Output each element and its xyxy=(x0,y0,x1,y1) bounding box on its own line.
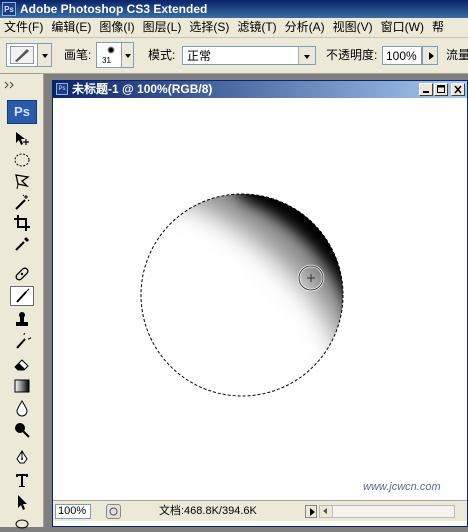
brush-icon xyxy=(16,288,30,303)
brush-picker[interactable]: 31 xyxy=(96,42,134,68)
menu-bar: 文件(F) 编辑(E) 图像(I) 图层(L) 选择(S) 滤镜(T) 分析(A… xyxy=(0,18,468,38)
minimize-button[interactable] xyxy=(419,83,433,96)
chevron-down-icon[interactable] xyxy=(298,47,315,64)
shape-tool[interactable] xyxy=(10,512,34,532)
lasso-tool[interactable] xyxy=(10,171,34,191)
maximize-button[interactable] xyxy=(434,83,448,96)
menu-filter[interactable]: 滤镜(T) xyxy=(233,18,280,37)
mode-select[interactable]: 正常 xyxy=(182,46,316,65)
history-brush-tool[interactable] xyxy=(10,332,34,352)
menu-window[interactable]: 窗口(W) xyxy=(377,18,428,37)
app-title-bar: Ps Adobe Photoshop CS3 Extended xyxy=(0,0,468,18)
clone-stamp-icon xyxy=(16,312,28,326)
move-tool[interactable] xyxy=(10,129,34,149)
dodge-tool[interactable] xyxy=(10,420,34,440)
gradient-tool[interactable] xyxy=(10,376,34,396)
document-size-info: 文档:468.8K/394.6K xyxy=(159,505,257,517)
scroll-left-arrow[interactable] xyxy=(320,506,333,517)
gradient-icon xyxy=(14,379,30,393)
type-icon xyxy=(16,474,28,487)
zoom-input[interactable]: 100% xyxy=(55,504,91,519)
blur-icon xyxy=(16,400,28,417)
eraser-tool[interactable] xyxy=(10,354,34,374)
chevron-down-icon[interactable] xyxy=(37,44,51,66)
horizontal-scrollbar[interactable] xyxy=(319,505,455,518)
canvas-artwork xyxy=(140,193,344,397)
tool-preset-picker[interactable] xyxy=(6,43,52,67)
history-brush-icon xyxy=(16,333,31,349)
menu-analysis[interactable]: 分析(A) xyxy=(281,18,329,37)
brush-tool[interactable] xyxy=(10,286,34,306)
menu-layer[interactable]: 图层(L) xyxy=(139,18,186,37)
menu-help[interactable]: 帮 xyxy=(428,18,448,37)
eyedropper-tool[interactable] xyxy=(10,234,34,254)
elliptical-marquee-icon xyxy=(14,153,30,167)
brush-label: 画笔: xyxy=(64,48,92,62)
document-icon: Ps xyxy=(56,83,68,95)
menu-file[interactable]: 文件(F) xyxy=(0,18,47,37)
watermark: www.jcwcn.com xyxy=(363,481,441,493)
marquee-tool[interactable] xyxy=(10,150,34,170)
path-selection-icon xyxy=(18,495,27,510)
painted-stroke xyxy=(163,194,343,378)
blur-tool[interactable] xyxy=(10,398,34,418)
flow-label: 流量 xyxy=(446,48,468,62)
status-bar: 100% 文档:468.8K/394.6K xyxy=(53,500,467,521)
mode-label: 模式: xyxy=(148,48,176,62)
brush-tool-preset-icon xyxy=(10,46,34,64)
pen-icon xyxy=(16,450,28,464)
dodge-icon xyxy=(15,423,30,438)
path-selection-tool[interactable] xyxy=(10,492,34,512)
magic-wand-icon xyxy=(15,194,30,210)
photoshop-logo[interactable]: Ps xyxy=(7,100,37,124)
document-title: 未标题-1 @ 100%(RGB/8) xyxy=(72,82,213,96)
menu-edit[interactable]: 编辑(E) xyxy=(47,18,95,37)
opacity-slider-button[interactable] xyxy=(422,46,438,65)
lasso-icon xyxy=(15,174,30,190)
eyedropper-icon xyxy=(15,237,29,251)
brush-tip-icon xyxy=(107,46,115,54)
status-menu-icon[interactable] xyxy=(106,504,121,519)
document-title-bar[interactable]: Ps 未标题-1 @ 100%(RGB/8) xyxy=(53,81,467,98)
toolbox-grip[interactable] xyxy=(4,78,40,89)
healing-brush-tool[interactable] xyxy=(10,264,34,284)
document-window: Ps 未标题-1 @ 100%(RGB/8) www.jcwcn.com 100… xyxy=(52,80,468,527)
menu-image[interactable]: 图像(I) xyxy=(95,18,138,37)
canvas[interactable]: www.jcwcn.com xyxy=(53,98,467,500)
magic-wand-tool[interactable] xyxy=(10,192,34,212)
crop-icon xyxy=(14,215,30,231)
healing-brush-icon xyxy=(15,267,29,281)
type-tool[interactable] xyxy=(10,470,34,490)
chevron-down-icon[interactable] xyxy=(121,43,133,67)
eraser-icon xyxy=(14,359,29,371)
menu-view[interactable]: 视图(V) xyxy=(329,18,377,37)
opacity-label: 不透明度: xyxy=(326,48,378,62)
move-icon xyxy=(16,132,29,145)
close-button[interactable] xyxy=(451,83,465,96)
opacity-value: 100% xyxy=(386,49,417,63)
app-title: Adobe Photoshop CS3 Extended xyxy=(20,2,208,16)
crop-tool[interactable] xyxy=(10,213,34,233)
mode-value: 正常 xyxy=(187,49,212,63)
status-menu-arrow[interactable] xyxy=(305,505,317,518)
options-bar: 画笔: 31 模式: 正常 不透明度: 100% 流量 xyxy=(0,38,468,74)
brush-size: 31 xyxy=(102,56,111,65)
pen-tool[interactable] xyxy=(10,448,34,468)
clone-stamp-tool[interactable] xyxy=(10,310,34,330)
menu-select[interactable]: 选择(S) xyxy=(185,18,233,37)
photoshop-app-icon: Ps xyxy=(2,2,16,16)
opacity-input[interactable]: 100% xyxy=(382,46,422,65)
toolbox: Ps xyxy=(0,74,44,529)
